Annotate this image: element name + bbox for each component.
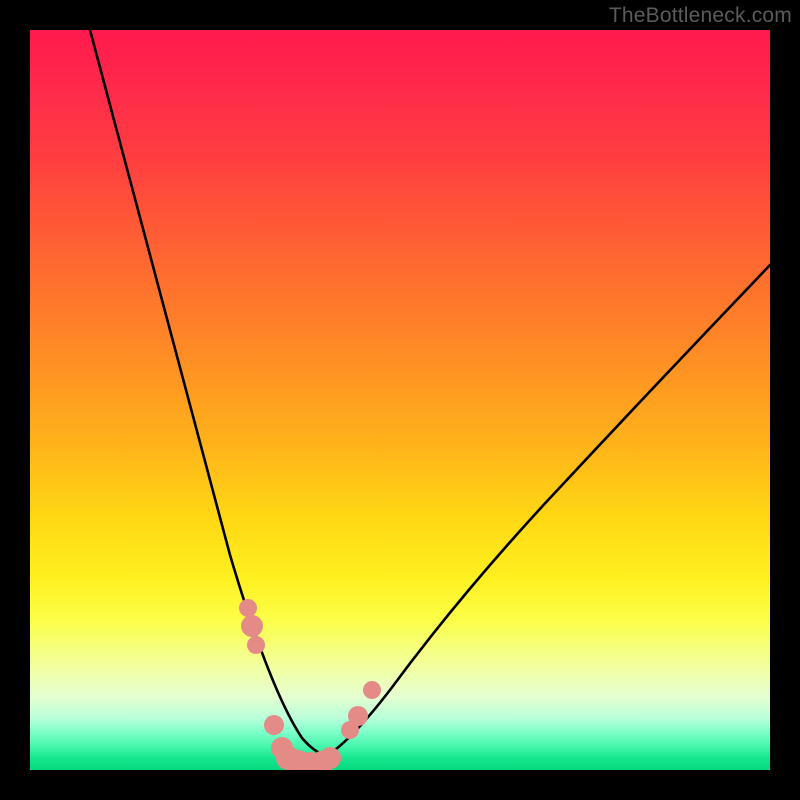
marker-dot [319,747,341,769]
marker-dot [241,615,263,637]
marker-dot [247,636,265,654]
outer-frame: TheBottleneck.com [0,0,800,800]
plot-area [30,30,770,770]
marker-dot [363,681,381,699]
marker-dot [348,706,368,726]
watermark-text: TheBottleneck.com [609,4,792,28]
marker-layer [30,30,770,770]
marker-dot [264,715,284,735]
